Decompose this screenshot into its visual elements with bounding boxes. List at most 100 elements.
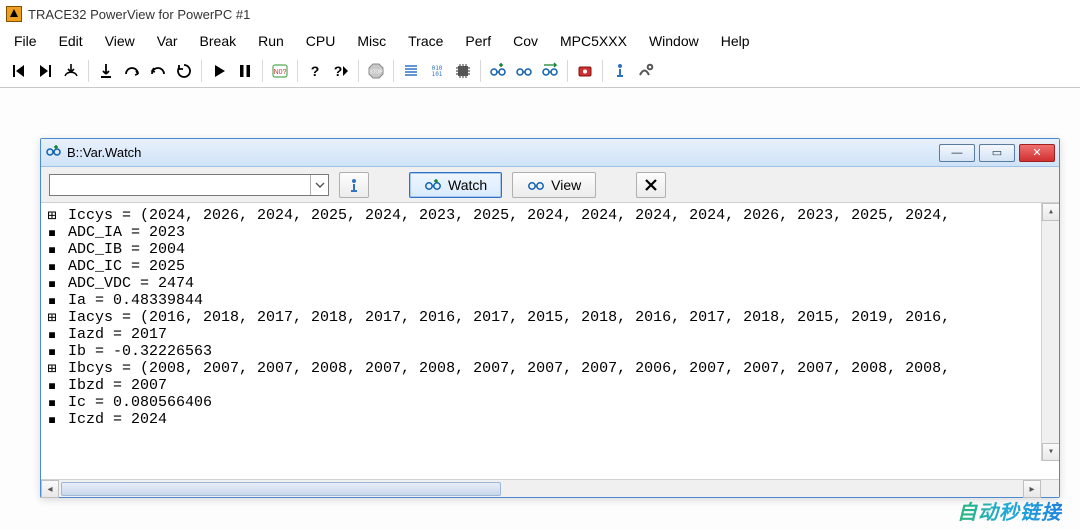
toolbar-separator — [262, 60, 263, 82]
svg-text:?: ? — [311, 63, 320, 79]
scroll-thumb[interactable] — [61, 482, 501, 496]
menu-mpc5xxx[interactable]: MPC5XXX — [550, 31, 637, 51]
pause-button[interactable] — [234, 60, 256, 82]
menu-cpu[interactable]: CPU — [296, 31, 346, 51]
var-watch-titlebar[interactable]: B::Var.Watch — ▭ ✕ — [41, 139, 1059, 167]
watch-row-Ibzd[interactable]: ▪ Ibzd = 2007 — [45, 377, 1057, 394]
record-button[interactable] — [574, 60, 596, 82]
watch-mode-watch-button[interactable]: Watch — [409, 172, 502, 198]
scroll-up-icon[interactable]: ▴ — [1042, 203, 1059, 221]
watch-row-Iazd[interactable]: ▪ Iazd = 2017 — [45, 326, 1057, 343]
watch-row-text: ADC_IC = 2025 — [59, 258, 1057, 275]
menu-trace[interactable]: Trace — [398, 31, 453, 51]
watch-row-text: Iczd = 2024 — [59, 411, 1057, 428]
bullet-icon: ▪ — [45, 343, 59, 360]
watch-row-text: Ibzd = 2007 — [59, 377, 1057, 394]
watch-row-text: Iacys = (2016, 2018, 2017, 2018, 2017, 2… — [59, 309, 1057, 326]
bullet-icon: ▪ — [45, 224, 59, 241]
menu-edit[interactable]: Edit — [49, 31, 93, 51]
watch-row-Iczd[interactable]: ▪ Iczd = 2024 — [45, 411, 1057, 428]
bullet-icon: ▪ — [45, 258, 59, 275]
watch-expression-combo[interactable] — [49, 174, 329, 196]
watch-row-text: ADC_IB = 2004 — [59, 241, 1057, 258]
help-button[interactable]: ? — [304, 60, 326, 82]
window-close-button[interactable]: ✕ — [1019, 144, 1055, 162]
toolbar-separator — [567, 60, 568, 82]
var-watch-body[interactable]: ⊞ Iccys = (2024, 2026, 2024, 2025, 2024,… — [41, 203, 1059, 479]
watch-row-ADC_IA[interactable]: ▪ ADC_IA = 2023 — [45, 224, 1057, 241]
watch-add-button[interactable] — [487, 60, 509, 82]
toggle-breakpoint-button[interactable]: N0? — [269, 60, 291, 82]
context-help-button[interactable]: ? — [330, 60, 352, 82]
watch-row-ADC_IC[interactable]: ▪ ADC_IC = 2025 — [45, 258, 1057, 275]
watch-row-Ib[interactable]: ▪ Ib = -0.32226563 — [45, 343, 1057, 360]
watch-row-text: Ibcys = (2008, 2007, 2007, 2008, 2007, 2… — [59, 360, 1057, 377]
menu-help[interactable]: Help — [711, 31, 760, 51]
expand-icon[interactable]: ⊞ — [45, 309, 59, 326]
watch-row-Ibcys[interactable]: ⊞ Ibcys = (2008, 2007, 2007, 2008, 2007,… — [45, 360, 1057, 377]
watch-row-Iacys[interactable]: ⊞ Iacys = (2016, 2018, 2017, 2018, 2017,… — [45, 309, 1057, 326]
watch-mode-view-button[interactable]: View — [512, 172, 596, 198]
svg-text:?: ? — [334, 63, 343, 79]
step-over-button[interactable] — [121, 60, 143, 82]
list-button[interactable] — [400, 60, 422, 82]
bullet-icon: ▪ — [45, 292, 59, 309]
menu-var[interactable]: Var — [147, 31, 188, 51]
menu-misc[interactable]: Misc — [347, 31, 396, 51]
watch-row-text: Ia = 0.48339844 — [59, 292, 1057, 309]
binary-button[interactable]: 010101 — [426, 60, 448, 82]
watch-row-ADC_IB[interactable]: ▪ ADC_IB = 2004 — [45, 241, 1057, 258]
menu-cov[interactable]: Cov — [503, 31, 548, 51]
watch-row-text: ADC_VDC = 2474 — [59, 275, 1057, 292]
window-minimize-button[interactable]: — — [939, 144, 975, 162]
watch-row-Ic[interactable]: ▪ Ic = 0.080566406 — [45, 394, 1057, 411]
app-titlebar: TRACE32 PowerView for PowerPC #1 — [0, 0, 1080, 28]
restart-button[interactable] — [173, 60, 195, 82]
vertical-scrollbar[interactable]: ▴ ▾ — [1041, 203, 1059, 461]
menu-file[interactable]: File — [4, 31, 47, 51]
watch-row-text: Iccys = (2024, 2026, 2024, 2025, 2024, 2… — [59, 207, 1057, 224]
settings-button[interactable] — [635, 60, 657, 82]
menu-run[interactable]: Run — [248, 31, 294, 51]
window-maximize-button[interactable]: ▭ — [979, 144, 1015, 162]
horizontal-scrollbar[interactable]: ◂ ▸ — [41, 479, 1059, 497]
menu-perf[interactable]: Perf — [455, 31, 501, 51]
watch-row-Iccys[interactable]: ⊞ Iccys = (2024, 2026, 2024, 2025, 2024,… — [45, 207, 1057, 224]
expand-icon[interactable]: ⊞ — [45, 207, 59, 224]
watch-view-button[interactable] — [513, 60, 535, 82]
glasses-plus-icon — [45, 143, 61, 162]
watch-row-ADC_VDC[interactable]: ▪ ADC_VDC = 2474 — [45, 275, 1057, 292]
watch-mode-view-label: View — [551, 177, 581, 193]
step-cursor-button[interactable] — [60, 60, 82, 82]
watch-mode-watch-label: Watch — [448, 177, 487, 193]
watch-delete-button[interactable] — [636, 172, 666, 198]
chip-button[interactable] — [452, 60, 474, 82]
watch-row-Ia[interactable]: ▪ Ia = 0.48339844 — [45, 292, 1057, 309]
chevron-down-icon[interactable] — [310, 175, 328, 195]
run-button[interactable] — [208, 60, 230, 82]
step-back-to-start-button[interactable] — [8, 60, 30, 82]
var-watch-title: B::Var.Watch — [67, 145, 933, 160]
bullet-icon: ▪ — [45, 241, 59, 258]
toolbar-separator — [297, 60, 298, 82]
menu-view[interactable]: View — [95, 31, 145, 51]
var-watch-toolbar: Watch View — [41, 167, 1059, 203]
toolbar-separator — [201, 60, 202, 82]
svg-text:101: 101 — [432, 71, 443, 78]
step-into-button[interactable] — [95, 60, 117, 82]
scroll-left-icon[interactable]: ◂ — [41, 480, 59, 498]
stop-button[interactable]: STOP — [365, 60, 387, 82]
step-back-button[interactable] — [34, 60, 56, 82]
watch-info-button[interactable] — [339, 172, 369, 198]
scroll-down-icon[interactable]: ▾ — [1042, 443, 1059, 461]
watch-row-text: ADC_IA = 2023 — [59, 224, 1057, 241]
info-button[interactable] — [609, 60, 631, 82]
toolbar-separator — [393, 60, 394, 82]
menu-break[interactable]: Break — [190, 31, 247, 51]
watch-row-text: Ic = 0.080566406 — [59, 394, 1057, 411]
expand-icon[interactable]: ⊞ — [45, 360, 59, 377]
watch-stream-button[interactable] — [539, 60, 561, 82]
svg-text:N0?: N0? — [274, 69, 287, 76]
menu-window[interactable]: Window — [639, 31, 709, 51]
step-return-button[interactable] — [147, 60, 169, 82]
